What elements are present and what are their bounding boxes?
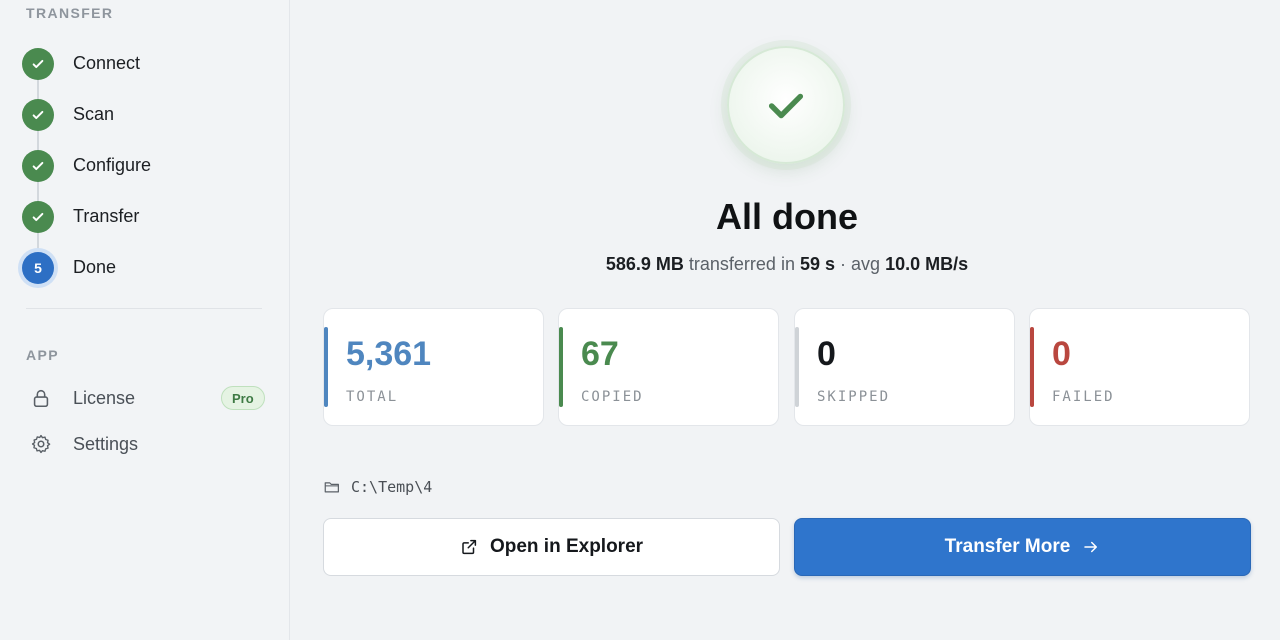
- app-section-label: APP: [26, 347, 59, 363]
- step-list: Connect Scan Configure Transfer 5 Done: [0, 38, 290, 293]
- sidebar-item-license[interactable]: License Pro: [0, 378, 290, 418]
- check-icon: [768, 93, 804, 119]
- sidebar-item-label: License: [73, 387, 136, 408]
- open-in-explorer-button[interactable]: Open in Explorer: [323, 518, 780, 576]
- transfer-more-button[interactable]: Transfer More: [794, 518, 1251, 576]
- destination-path: C:\Temp\4: [323, 478, 432, 496]
- stat-card-skipped: 0 SKIPPED: [794, 308, 1015, 426]
- stat-card-failed: 0 FAILED: [1029, 308, 1250, 426]
- success-indicator: [727, 46, 845, 164]
- stat-label: SKIPPED: [817, 389, 891, 405]
- sidebar-divider: [26, 308, 262, 309]
- step-complete-check-icon: [22, 200, 54, 233]
- step-complete-check-icon: [22, 47, 54, 80]
- card-accent-bar: [1030, 327, 1034, 407]
- transfer-section-label: TRANSFER: [26, 5, 114, 21]
- stat-card-total: 5,361 TOTAL: [323, 308, 544, 426]
- transferred-size: 586.9 MB: [605, 254, 684, 274]
- step-label: Transfer: [73, 206, 140, 226]
- step-number-badge: 5: [22, 251, 54, 284]
- step-configure[interactable]: Configure: [0, 140, 290, 191]
- sidebar-item-settings[interactable]: Settings: [0, 424, 290, 464]
- folder-icon: [324, 482, 339, 493]
- step-label: Connect: [73, 53, 141, 73]
- card-accent-bar: [324, 327, 328, 407]
- stat-value: 5,361: [346, 335, 432, 373]
- step-done[interactable]: 5 Done: [0, 242, 290, 293]
- stat-card-copied: 67 COPIED: [558, 308, 779, 426]
- stat-label: FAILED: [1052, 389, 1115, 405]
- sidebar-item-label: Settings: [73, 433, 139, 454]
- card-accent-bar: [559, 327, 563, 407]
- arrow-right-icon: [1084, 541, 1098, 553]
- step-scan[interactable]: Scan: [0, 89, 290, 140]
- main-panel: All done 586.9 MB transferred in 59 s · …: [291, 0, 1280, 640]
- average-speed: 10.0 MB/s: [885, 254, 969, 274]
- external-link-icon: [462, 539, 477, 555]
- page-title: All done: [716, 196, 858, 237]
- stat-label: TOTAL: [346, 389, 399, 405]
- step-label: Scan: [73, 104, 115, 124]
- gear-icon: [31, 434, 51, 454]
- step-complete-check-icon: [22, 149, 54, 182]
- button-label: Open in Explorer: [489, 536, 644, 557]
- button-label: Transfer More: [944, 536, 1071, 557]
- transfer-summary: 586.9 MB transferred in 59 s · avg 10.0 …: [291, 254, 1280, 275]
- lock-icon: [33, 389, 49, 408]
- card-accent-bar: [795, 327, 799, 407]
- sidebar: TRANSFER Connect Scan Configure Transfer…: [0, 0, 290, 640]
- step-complete-check-icon: [22, 98, 54, 131]
- summary-text: · avg: [840, 254, 881, 274]
- stat-value: 0: [1052, 335, 1071, 373]
- step-label: Configure: [73, 155, 152, 175]
- transfer-duration: 59 s: [799, 254, 836, 274]
- stat-value: 67: [581, 335, 619, 373]
- stat-label: COPIED: [581, 389, 644, 405]
- step-label: Done: [73, 257, 117, 277]
- pro-badge: Pro: [221, 386, 265, 410]
- step-transfer[interactable]: Transfer: [0, 191, 290, 242]
- path-text: C:\Temp\4: [351, 478, 433, 496]
- summary-text: transferred in: [688, 254, 795, 274]
- stat-value: 0: [817, 335, 836, 373]
- step-connect[interactable]: Connect: [0, 38, 290, 89]
